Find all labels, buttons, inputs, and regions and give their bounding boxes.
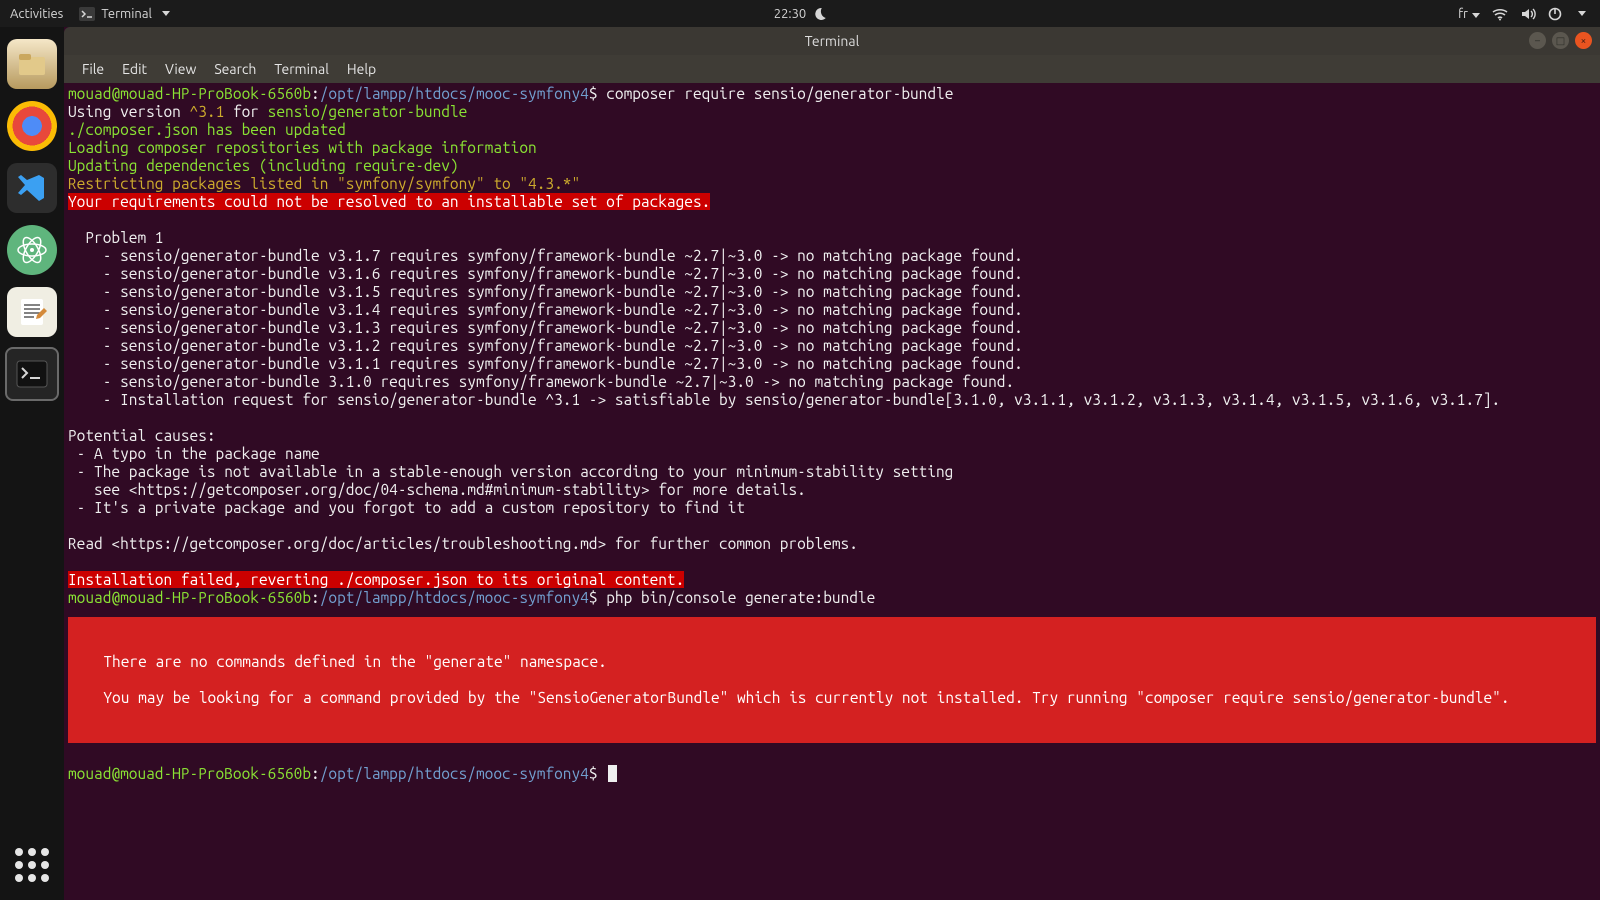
top-app-menu[interactable]: Terminal	[79, 7, 170, 21]
dock	[0, 27, 64, 900]
chevron-down-icon	[1472, 13, 1480, 18]
cursor	[608, 765, 617, 782]
files-icon	[17, 51, 47, 77]
chevron-down-icon	[162, 11, 170, 16]
error-line: Installation failed, reverting ./compose…	[68, 571, 684, 588]
dock-chrome[interactable]	[7, 101, 57, 151]
terminal-window: Terminal – □ × File Edit View Search Ter…	[64, 27, 1600, 900]
terminal-icon	[79, 7, 95, 21]
error-line: Your requirements could not be resolved …	[68, 193, 710, 210]
menu-search[interactable]: Search	[206, 59, 264, 79]
volume-icon[interactable]	[1520, 7, 1536, 21]
prompt-path: /opt/lampp/htdocs/mooc-symfony4	[320, 85, 589, 102]
menubar: File Edit View Search Terminal Help	[64, 55, 1600, 83]
menu-edit[interactable]: Edit	[114, 59, 155, 79]
command-2: php bin/console generate:bundle	[606, 589, 875, 606]
dock-gedit[interactable]	[7, 287, 57, 337]
window-maximize-button[interactable]: □	[1552, 32, 1569, 49]
menu-view[interactable]: View	[157, 59, 204, 79]
show-apps-button[interactable]	[15, 848, 49, 882]
dock-vscode[interactable]	[7, 163, 57, 213]
symfony-error-block: There are no commands defined in the "ge…	[68, 617, 1596, 743]
prompt-user: mouad@mouad-HP-ProBook-6560b	[68, 85, 311, 102]
vscode-icon	[15, 171, 49, 205]
terminal-icon	[16, 360, 48, 388]
gnome-top-panel: Activities Terminal 22:30 fr	[0, 0, 1600, 27]
command-1: composer require sensio/generator-bundle	[606, 85, 953, 102]
activities-button[interactable]: Activities	[10, 7, 63, 21]
window-close-button[interactable]: ×	[1575, 32, 1592, 49]
terminal-body[interactable]: mouad@mouad-HP-ProBook-6560b:/opt/lampp/…	[64, 83, 1600, 900]
menu-terminal[interactable]: Terminal	[266, 59, 337, 79]
notepad-icon	[16, 296, 48, 328]
window-title: Terminal	[805, 33, 860, 49]
dock-terminal[interactable]	[7, 349, 57, 399]
top-app-label: Terminal	[101, 7, 152, 21]
clock[interactable]: 22:30	[774, 7, 807, 21]
menu-file[interactable]: File	[74, 59, 112, 79]
dock-atom[interactable]	[7, 225, 57, 275]
keyboard-layout[interactable]: fr	[1458, 7, 1480, 21]
window-titlebar[interactable]: Terminal – □ ×	[64, 27, 1600, 55]
wifi-icon[interactable]	[1492, 7, 1508, 21]
window-minimize-button[interactable]: –	[1529, 32, 1546, 49]
power-icon[interactable]	[1548, 7, 1562, 21]
menu-help[interactable]: Help	[339, 59, 384, 79]
chevron-down-icon	[1578, 11, 1586, 16]
night-icon	[812, 7, 826, 21]
atom-icon	[15, 233, 49, 267]
dock-files[interactable]	[7, 39, 57, 89]
